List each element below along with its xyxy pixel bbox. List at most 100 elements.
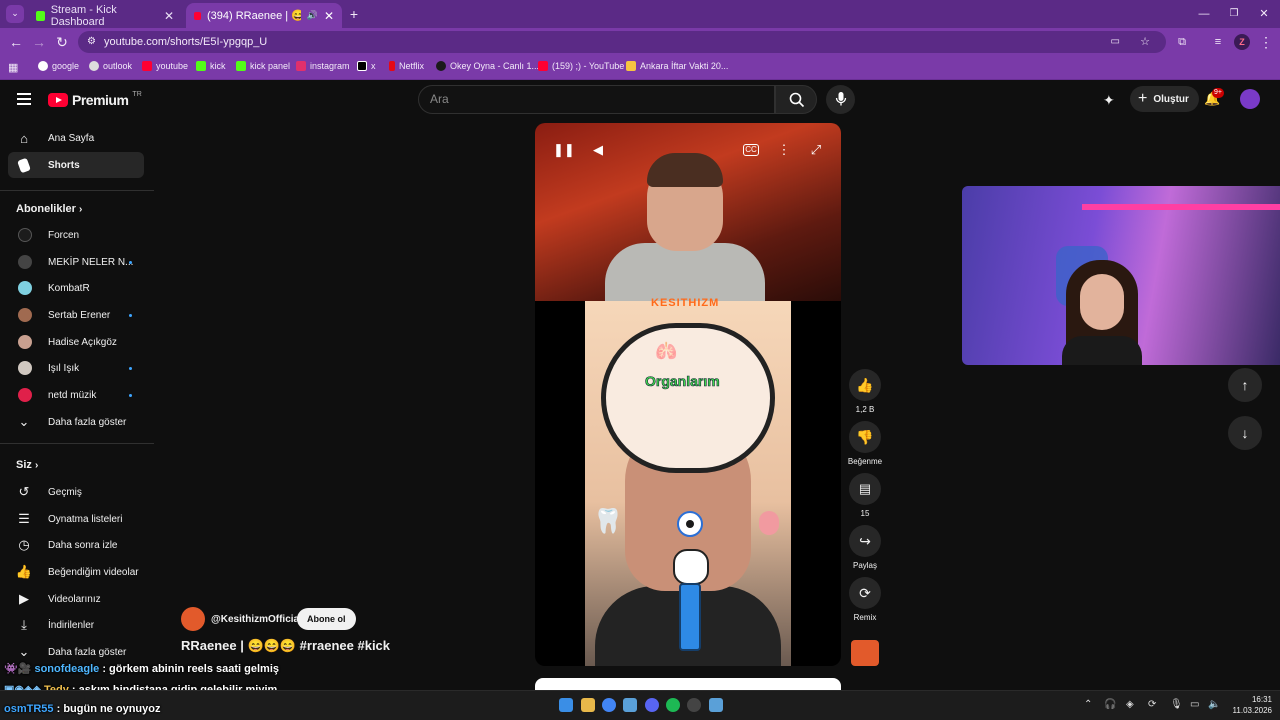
sidebar-item-your-videos[interactable]: ▶ Videolarınız [8,586,144,612]
bookmark-youtube[interactable]: youtube [142,61,188,71]
network-icon[interactable]: ▭ [1190,699,1199,710]
bookmark-youtube-159[interactable]: (159) ;) - YouTube [538,61,624,71]
fullscreen-icon[interactable]: ⤢ [807,141,825,159]
chevron-down-icon: ⌄ [18,414,30,429]
sidebar-item-downloads[interactable]: ⤓ İndirilenler [8,612,144,638]
steam-icon[interactable] [709,698,723,712]
obs-icon[interactable] [687,698,701,712]
sidebar-item-subscription[interactable]: KombatR [8,275,144,301]
subscriptions-heading[interactable]: Abonelikler › [16,203,82,215]
close-tab-icon[interactable]: ✕ [324,9,334,23]
sidebar-show-more[interactable]: ⌄ Daha fazla göster [8,409,144,435]
sidebar-item-subscription[interactable]: Işıl Işık [8,355,144,381]
tab-youtube-shorts[interactable]: (394) RRaenee | 😄😄😄 # 🔊 ✕ [186,3,342,28]
like-button[interactable]: 👍 [849,369,881,401]
sidebar-item-subscription[interactable]: MEKİP NELER N... [8,249,144,275]
media-controls-icon[interactable]: ≡ [1210,34,1226,50]
create-sparkle-icon[interactable]: ✦ [1103,92,1115,109]
browser-menu-icon[interactable]: ⋮ [1258,34,1274,50]
start-menu-icon[interactable] [559,698,573,712]
previous-short-button[interactable]: ↑ [1228,368,1262,402]
bookmark-kick-panel[interactable]: kick panel [236,61,290,71]
extensions-icon[interactable]: ⧉ [1174,34,1190,50]
url-field[interactable]: ⚙ youtube.com/shorts/E5I-ypgqp_U ▭ ☆ [78,31,1166,53]
hamburger-menu-icon[interactable] [17,93,31,105]
speaker-icon[interactable]: 🔊 [307,10,318,21]
file-explorer-icon[interactable] [581,698,595,712]
more-options-icon[interactable]: ⋮ [775,141,793,159]
sidebar-item-shorts[interactable]: Shorts [8,152,144,178]
new-content-dot [129,393,132,397]
system-clock[interactable]: 16:31 11.03.2026 [1228,694,1272,716]
tab-search-button[interactable]: ⌄ [6,5,24,23]
tab-kick-dashboard[interactable]: Stream - Kick Dashboard ✕ [28,3,182,28]
comments-button[interactable]: ▤ [849,473,881,505]
channel-handle[interactable]: @KesithizmOfficial [211,614,302,625]
sidebar-item-playlists[interactable]: ☰ Oynatma listeleri [8,506,144,532]
bookmark-instagram[interactable]: instagram [296,61,350,71]
minimize-icon[interactable]: — [1196,6,1212,22]
close-window-icon[interactable]: ✕ [1256,6,1272,22]
share-button[interactable]: ↪ [849,525,881,557]
voice-search-button[interactable] [826,85,855,114]
bookmark-outlook[interactable]: outlook [89,61,132,71]
discord-icon[interactable] [645,698,659,712]
restore-icon[interactable]: ❐ [1226,6,1242,22]
sidebar-item-watch-later[interactable]: ◷ Daha sonra izle [8,532,144,558]
chrome-icon[interactable] [602,698,616,712]
search-input[interactable]: Ara [418,85,775,114]
sidebar-item-label: Oynatma listeleri [48,513,123,525]
search-button[interactable] [775,85,817,114]
channel-avatar[interactable] [181,607,205,631]
bookmark-netflix[interactable]: Netflix [389,61,424,71]
sidebar-item-subscription[interactable]: Hadise Açıkgöz [8,329,144,355]
site-info-icon[interactable]: ⚙ [87,31,96,53]
bookmark-kick[interactable]: kick [196,61,226,71]
steam-tray-icon[interactable]: ◈ [1126,699,1134,710]
volume-icon[interactable]: ◀ [589,141,607,159]
close-tab-icon[interactable]: ✕ [164,9,174,23]
bookmark-okey[interactable]: Okey Oyna - Canlı 1... [436,61,539,71]
tray-overflow-icon[interactable]: ⌃ [1084,699,1092,710]
next-short-button[interactable]: ↓ [1228,416,1262,450]
account-avatar[interactable] [1240,89,1260,109]
remix-button[interactable]: ⟳ [849,577,881,609]
bookmark-star-icon[interactable]: ☆ [1140,31,1150,53]
sidebar-item-liked-videos[interactable]: 👍 Beğendiğim videolar [8,559,144,585]
reload-icon[interactable]: ↻ [54,34,70,50]
sidebar-item-subscription[interactable]: Forcen [8,222,144,248]
sidebar-item-home[interactable]: ⌂ Ana Sayfa [8,125,144,151]
pause-icon[interactable]: ❚❚ [553,141,575,159]
mic-tray-icon[interactable]: 🎙 [1170,699,1183,710]
sound-thumbnail[interactable] [851,640,879,666]
dislike-button[interactable]: 👎 [849,421,881,453]
profile-avatar[interactable]: Z [1234,34,1250,50]
bookmark-iftar[interactable]: Ankara İftar Vakti 20... [626,61,728,71]
sync-icon[interactable]: ⟳ [1148,699,1156,710]
next-short-preview[interactable] [535,678,841,690]
channel-info[interactable]: @KesithizmOfficial [181,607,302,631]
steam-icon[interactable] [623,698,637,712]
volume-tray-icon[interactable]: 🔈 [1208,699,1220,710]
headset-icon[interactable]: 🎧 [1104,699,1116,710]
shorts-video-player[interactable]: KESITHIZM Organlarım 🦷 🫁 ❚❚ ◀ CC ⋮ ⤢ [535,123,841,666]
bookmark-google[interactable]: google [38,61,79,71]
clock-date: 11.03.2026 [1232,706,1272,715]
back-icon[interactable]: ← [8,34,24,50]
bookmark-x[interactable]: x [357,61,376,71]
cast-icon[interactable]: ▭ [1111,31,1120,53]
sidebar-item-subscription[interactable]: netd müzik [8,382,144,408]
forward-icon[interactable]: → [31,34,47,50]
create-button[interactable]: + Oluştur [1130,86,1199,112]
new-tab-icon[interactable]: + [346,6,362,22]
you-heading[interactable]: Siz › [16,459,38,471]
subscribe-button[interactable]: Abone ol [297,608,356,630]
apps-grid-icon[interactable]: ▦ [8,61,18,74]
youtube-header: Premium TR Ara ✦ + Oluştur 🔔 9+ [0,81,1280,121]
sidebar-item-subscription[interactable]: Sertab Erener [8,302,144,328]
sidebar-item-history[interactable]: ↺ Geçmiş [8,479,144,505]
youtube-premium-logo[interactable]: Premium TR [48,91,142,108]
captions-icon[interactable]: CC [743,144,759,156]
url-text: youtube.com/shorts/E5I-ypgqp_U [104,36,268,48]
spotify-icon[interactable] [666,698,680,712]
